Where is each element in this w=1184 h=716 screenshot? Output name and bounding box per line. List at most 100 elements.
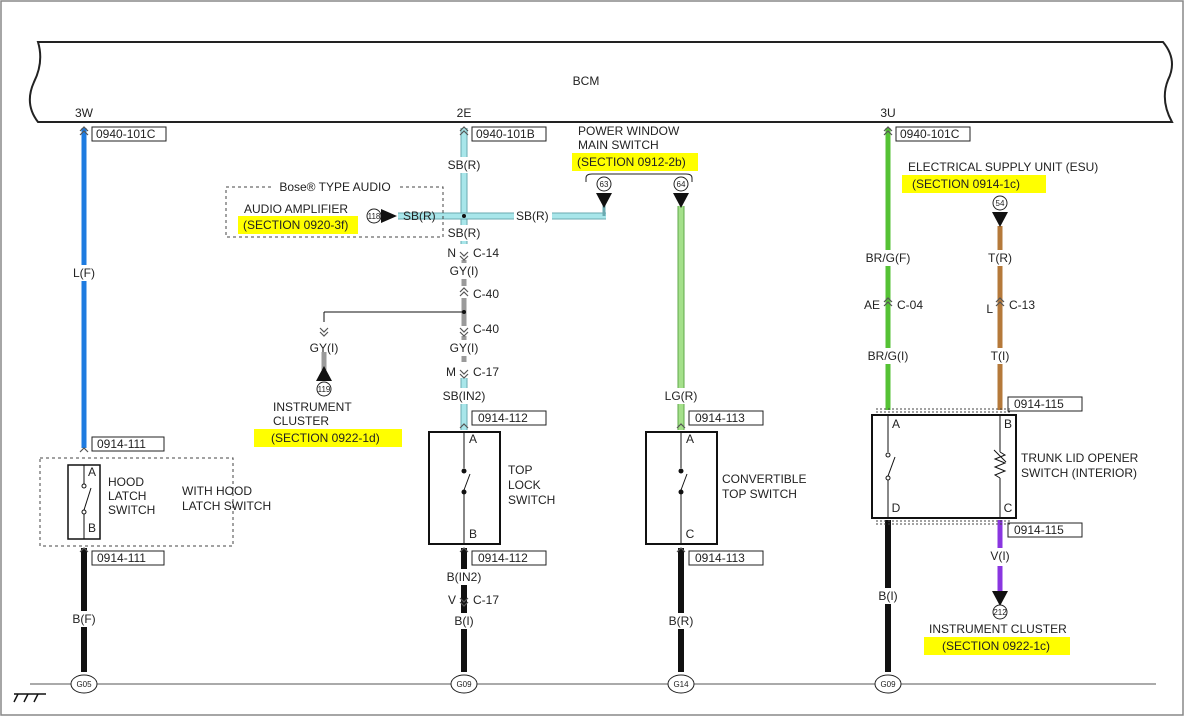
bcm-label: BCM [573, 74, 600, 88]
ground-g05: G05 [76, 680, 92, 689]
splice-c14: C-14 [473, 246, 499, 260]
top-lock-label-2: LOCK [508, 478, 541, 492]
splice-c40b: C-40 [473, 322, 499, 336]
trunk-pin-c: C [1004, 501, 1013, 515]
wire-trunk-circuit [885, 128, 1003, 672]
power-window-group: POWER WINDOW MAIN SWITCH (SECTION 0912-2… [572, 124, 698, 208]
ic-right-label: INSTRUMENT CLUSTER [929, 622, 1067, 636]
hood-label-1: HOOD [108, 475, 144, 489]
hood-label-2: LATCH [108, 489, 146, 503]
wire-label-brgi: BR/G(I) [868, 349, 909, 363]
splice-c04: C-04 [897, 298, 923, 312]
splice-c04-letter: AE [864, 298, 880, 312]
wire-label-bi-right: B(I) [878, 589, 897, 603]
top-lock-label-1: TOP [508, 463, 532, 477]
wire-label-br: B(R) [669, 614, 694, 628]
connector-c2: 0940-101B [476, 127, 535, 141]
connector-hood-top: 0914-111 [97, 437, 146, 451]
triangle-arrow-icon [673, 193, 689, 208]
instrument-cluster-left-group: 119 INSTRUMENT CLUSTER (SECTION 0922-1d) [254, 366, 402, 447]
bcm-pin-3w: 3W [75, 106, 94, 120]
wire-label-sbr-amp: SB(R) [403, 209, 436, 223]
ground-g09-b: G09 [880, 680, 896, 689]
splice-c17b: C-17 [473, 593, 499, 607]
connector-conv-bottom: 0914-113 [695, 551, 745, 565]
connector-c1: 0940-101C [96, 127, 156, 141]
ic-left-line1: INSTRUMENT [273, 400, 352, 414]
junction-dot [462, 214, 466, 218]
power-window-line2: MAIN SWITCH [578, 138, 659, 152]
ic-left-line2: CLUSTER [273, 414, 329, 428]
top-lock-pin-bottom: B [469, 527, 477, 541]
wire-label-gyi-left: GY(I) [310, 341, 339, 355]
esu-ref: 54 [996, 199, 1005, 208]
connector-chevrons [79, 126, 1005, 607]
top-lock-label-3: SWITCH [508, 493, 555, 507]
wire-label-tr: T(R) [988, 251, 1012, 265]
wire-label-vi: V(I) [990, 549, 1009, 563]
wire-label-gyi1: GY(I) [450, 264, 479, 278]
trunk-lid-opener-switch: A B D C TRUNK LID OPENER SWITCH (INTERIO… [871, 408, 1139, 525]
trunk-label-2: SWITCH (INTERIOR) [1021, 466, 1137, 480]
ic-left-ref: 119 [318, 385, 331, 394]
wiring-diagram: BCM 3W 2E 3U 0940-101C 0940-101B 0940-10… [0, 0, 1184, 716]
ic-right-section: (SECTION 0922-1c) [942, 639, 1050, 653]
wire-label-lf: L(F) [73, 266, 95, 280]
triangle-arrow-icon [381, 209, 397, 223]
wire-label-ti: T(I) [991, 349, 1010, 363]
ground-g09-a: G09 [456, 680, 472, 689]
splice-c13-letter: L [986, 302, 993, 316]
wire-label-brgf: BR/G(F) [866, 251, 911, 265]
connector-trunk-top: 0914-115 [1014, 397, 1064, 411]
ground-g14: G14 [673, 680, 689, 689]
wire-label-bi-mid: B(I) [454, 614, 473, 628]
wire-label-bf: B(F) [72, 612, 95, 626]
conv-label-1: CONVERTIBLE [722, 472, 806, 486]
hood-label-3: SWITCH [108, 503, 155, 517]
wire-label-sbin2: SB(IN2) [443, 389, 486, 403]
bose-title: Bose® TYPE AUDIO [279, 180, 390, 194]
triangle-arrow-icon [316, 366, 332, 381]
splice-c17a: C-17 [473, 365, 499, 379]
junction-dot [462, 310, 466, 314]
top-lock-switch: A B TOP LOCK SWITCH [428, 431, 555, 545]
esu-label: ELECTRICAL SUPPLY UNIT (ESU) [908, 160, 1098, 174]
conv-label-2: TOP SWITCH [722, 487, 797, 501]
trunk-label-1: TRUNK LID OPENER [1021, 451, 1139, 465]
hood-latch-switch: A B HOOD LATCH SWITCH WITH HOOD LATCH SW… [39, 457, 271, 547]
amp-ref: 118 [368, 212, 381, 221]
hood-pin-bottom: B [88, 521, 96, 535]
splice-c13: C-13 [1009, 298, 1035, 312]
ground-symbol-icon [13, 693, 46, 703]
connector-top-lock-bottom: 0914-112 [478, 551, 528, 565]
splice-c14-letter: N [447, 246, 456, 260]
connector-top-lock-top: 0914-112 [478, 411, 528, 425]
convertible-top-switch: A C CONVERTIBLE TOP SWITCH [645, 431, 806, 545]
esu-group: ELECTRICAL SUPPLY UNIT (ESU) (SECTION 09… [902, 160, 1098, 227]
hood-option-2: LATCH SWITCH [182, 499, 271, 513]
power-window-line1: POWER WINDOW [578, 124, 680, 138]
bcm-pin-3u: 3U [880, 106, 895, 120]
conv-pin-top: A [686, 432, 694, 446]
pw-ref-b: 64 [677, 180, 686, 189]
hood-pin-top: A [88, 465, 96, 479]
instrument-cluster-right-group: 212 INSTRUMENT CLUSTER (SECTION 0922-1c) [924, 591, 1070, 655]
connector-conv-top: 0914-113 [695, 411, 745, 425]
wire-label-gyi2: GY(I) [450, 341, 479, 355]
esu-section: (SECTION 0914-1c) [912, 177, 1020, 191]
triangle-arrow-icon [992, 591, 1008, 606]
triangle-arrow-icon [596, 193, 612, 208]
trunk-pin-b: B [1004, 417, 1012, 431]
trunk-pin-a: A [892, 417, 900, 431]
wire-label-sbr2: SB(R) [448, 226, 481, 240]
connector-trunk-bottom: 0914-115 [1014, 523, 1064, 537]
connector-hood-bottom: 0914-111 [97, 551, 146, 565]
wire-label-sbr-pw: SB(R) [516, 209, 549, 223]
audio-amplifier-section: (SECTION 0920-3f) [243, 218, 348, 232]
power-window-section: (SECTION 0912-2b) [577, 155, 686, 169]
wire-label-bin2: B(IN2) [447, 570, 482, 584]
wire-label-lgr: LG(R) [665, 389, 698, 403]
triangle-arrow-icon [992, 212, 1008, 227]
splice-c17a-letter: M [446, 365, 456, 379]
trunk-pin-d: D [892, 501, 901, 515]
